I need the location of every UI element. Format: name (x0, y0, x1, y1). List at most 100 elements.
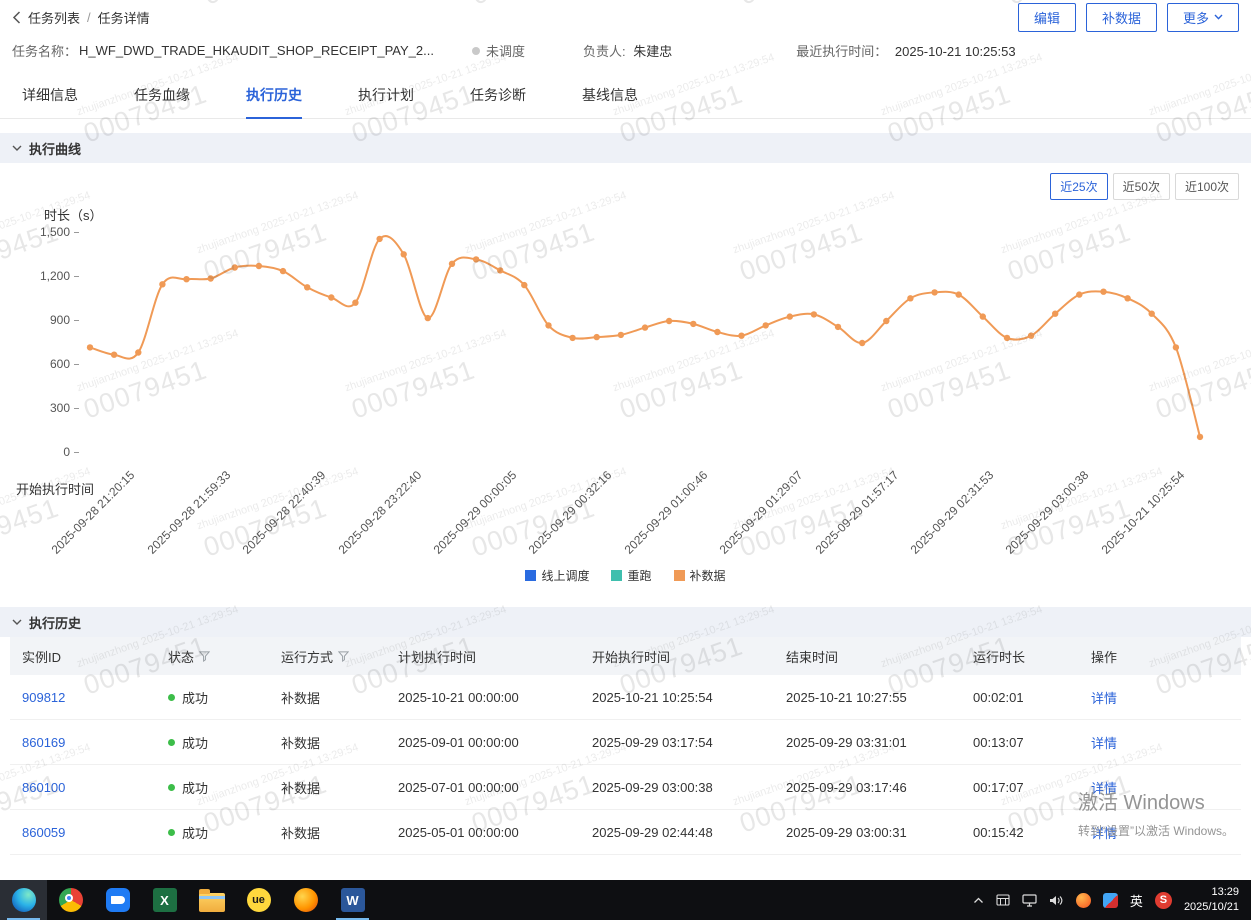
status-dot-icon (472, 47, 480, 55)
clock-date: 2025/10/21 (1184, 900, 1239, 915)
data-point[interactable] (328, 294, 334, 300)
data-point[interactable] (642, 324, 648, 330)
backfill-button[interactable]: 补数据 (1086, 3, 1157, 32)
data-point[interactable] (714, 329, 720, 335)
data-point[interactable] (1173, 344, 1179, 350)
taskbar-chrome-icon[interactable] (47, 880, 94, 920)
chart-legend: 线上调度重跑补数据 (0, 567, 1251, 584)
data-point[interactable] (425, 315, 431, 321)
data-point[interactable] (1028, 333, 1034, 339)
detail-link[interactable]: 详情 (1091, 733, 1241, 752)
data-point[interactable] (618, 332, 624, 338)
range-button-last50[interactable]: 近50次 (1113, 173, 1170, 200)
breadcrumb-task-list[interactable]: 任务列表 (28, 8, 80, 27)
data-point[interactable] (545, 322, 551, 328)
data-point[interactable] (1100, 289, 1106, 295)
ime-indicator[interactable]: 英 (1130, 891, 1143, 910)
data-point[interactable] (594, 334, 600, 340)
sogou-icon[interactable]: S (1155, 892, 1172, 909)
taskbar-clock[interactable]: 13:29 2025/10/21 (1184, 885, 1239, 915)
data-point[interactable] (1004, 335, 1010, 341)
data-point[interactable] (232, 264, 238, 270)
data-point[interactable] (449, 261, 455, 267)
instance-id-link[interactable]: 860169 (22, 735, 168, 750)
data-point[interactable] (521, 282, 527, 288)
data-point[interactable] (763, 322, 769, 328)
data-point[interactable] (1052, 311, 1058, 317)
instance-id-link[interactable]: 909812 (22, 690, 168, 705)
curve-section-header[interactable]: 执行曲线 (0, 133, 1251, 163)
data-point[interactable] (352, 300, 358, 306)
tab-details[interactable]: 详细信息 (22, 71, 78, 118)
tray-volume-icon[interactable] (1049, 894, 1064, 907)
data-point[interactable] (931, 289, 937, 295)
taskbar-firefox-icon[interactable] (282, 880, 329, 920)
detail-link[interactable]: 详情 (1091, 688, 1241, 707)
data-point[interactable] (738, 333, 744, 339)
tray-network-icon[interactable] (1022, 894, 1037, 907)
data-point[interactable] (690, 321, 696, 327)
column-header-status: 状态 (168, 647, 281, 666)
taskbar-excel-icon[interactable]: X (141, 880, 188, 920)
range-button-last100[interactable]: 近100次 (1175, 173, 1239, 200)
taskbar-word-icon[interactable]: W (329, 880, 376, 920)
instance-id-link[interactable]: 860100 (22, 780, 168, 795)
range-button-last25[interactable]: 近25次 (1050, 173, 1107, 200)
data-point[interactable] (1149, 311, 1155, 317)
data-point[interactable] (1197, 434, 1203, 440)
data-point[interactable] (787, 313, 793, 319)
data-point[interactable] (811, 311, 817, 317)
data-point[interactable] (666, 318, 672, 324)
data-point[interactable] (883, 318, 889, 324)
tab-history[interactable]: 执行历史 (246, 71, 302, 119)
data-point[interactable] (956, 291, 962, 297)
taskbar-explorer-icon[interactable] (188, 880, 235, 920)
data-point[interactable] (569, 335, 575, 341)
data-point[interactable] (980, 313, 986, 319)
taskbar-messenger-icon[interactable] (94, 880, 141, 920)
data-point[interactable] (256, 263, 262, 269)
data-point[interactable] (835, 324, 841, 330)
taskbar-ue-icon[interactable]: ue (235, 880, 282, 920)
run-duration: 00:17:07 (973, 780, 1091, 795)
data-point[interactable] (87, 344, 93, 350)
data-point[interactable] (208, 275, 214, 281)
instance-id-link[interactable]: 860059 (22, 825, 168, 840)
edit-button[interactable]: 编辑 (1018, 3, 1076, 32)
tab-baseline[interactable]: 基线信息 (582, 71, 638, 118)
taskbar-edge-icon[interactable] (0, 880, 47, 920)
data-point[interactable] (159, 281, 165, 287)
y-axis-tick: 300 (0, 401, 79, 415)
more-button[interactable]: 更多 (1167, 3, 1239, 32)
curve-section-title: 执行曲线 (29, 139, 81, 158)
data-point[interactable] (1124, 295, 1130, 301)
task-name: H_WF_DWD_TRADE_HKAUDIT_SHOP_RECEIPT_PAY_… (79, 43, 434, 58)
tab-plan[interactable]: 执行计划 (358, 71, 414, 118)
data-point[interactable] (111, 352, 117, 358)
detail-link[interactable]: 详情 (1091, 778, 1241, 797)
history-section-header[interactable]: 执行历史 (0, 607, 1251, 637)
y-tick-label: 1,200 (40, 269, 70, 283)
data-point[interactable] (497, 267, 503, 273)
y-axis-tick: 1,500 (0, 225, 79, 239)
tray-flame-icon[interactable] (1076, 893, 1091, 908)
data-point[interactable] (280, 268, 286, 274)
data-point[interactable] (135, 349, 141, 355)
data-point[interactable] (183, 276, 189, 282)
tray-app-icon[interactable] (1103, 893, 1118, 908)
data-point[interactable] (304, 284, 310, 290)
data-point[interactable] (401, 251, 407, 257)
tray-touch-keyboard-icon[interactable] (996, 894, 1010, 906)
back-icon[interactable] (12, 11, 21, 24)
data-point[interactable] (473, 256, 479, 262)
tray-chevron-up-icon[interactable] (973, 897, 984, 904)
filter-icon[interactable] (338, 651, 349, 662)
data-point[interactable] (907, 295, 913, 301)
detail-link[interactable]: 详情 (1091, 823, 1241, 842)
data-point[interactable] (859, 340, 865, 346)
data-point[interactable] (1076, 291, 1082, 297)
data-point[interactable] (376, 236, 382, 242)
tab-diagnosis[interactable]: 任务诊断 (470, 71, 526, 118)
tab-lineage[interactable]: 任务血缘 (134, 71, 190, 118)
filter-icon[interactable] (199, 651, 210, 662)
